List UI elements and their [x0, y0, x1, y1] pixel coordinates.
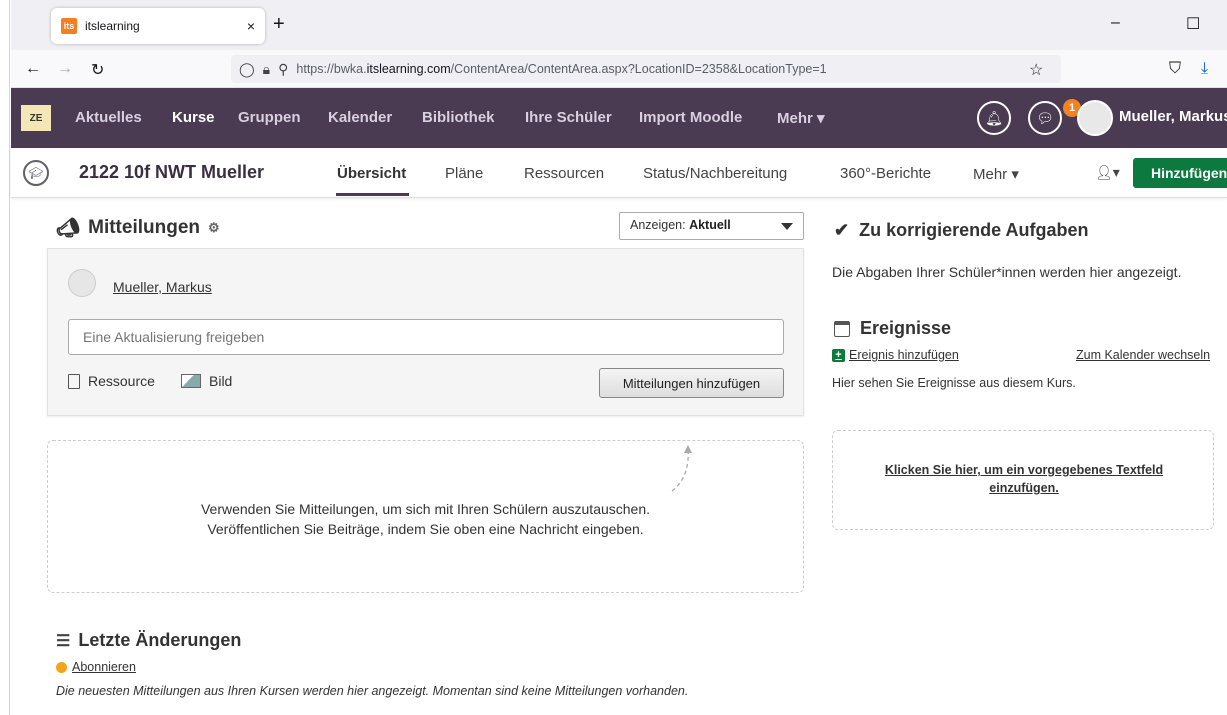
textfield-placeholder: Klicken Sie hier, um ein vorgegebenes Te… [832, 430, 1214, 530]
megaphone-icon: 📣︎ [56, 218, 81, 239]
maximize-icon[interactable]: ☐ [1186, 14, 1200, 34]
tab-uebersicht[interactable]: Übersicht [337, 165, 406, 182]
participants-icon[interactable]: 👤︎▾ [1095, 164, 1120, 181]
graduation-cap-icon: 🎓︎ [23, 160, 49, 186]
shield-icon[interactable]: ◯ [239, 61, 255, 78]
nav-bibliothek[interactable]: Bibliothek [422, 109, 495, 126]
aufgaben-text: Die Abgaben Ihrer Schüler*innen werden h… [832, 264, 1182, 280]
filter-value: Aktuell [689, 218, 731, 232]
nav-kurse[interactable]: Kurse [172, 109, 215, 126]
subscribe-link[interactable]: Abonnieren [56, 660, 136, 674]
download-icon[interactable]: ⤓ [1201, 60, 1208, 78]
messages-icon[interactable]: 💬︎ [1028, 101, 1062, 135]
tab-mehr[interactable]: Mehr ▾ [973, 165, 1019, 183]
rss-icon [56, 661, 67, 673]
nav-import-moodle[interactable]: Import Moodle [639, 109, 742, 126]
user-name[interactable]: Mueller, Markus [1119, 108, 1227, 125]
window-left-edge [0, 0, 10, 715]
author-avatar [68, 269, 96, 297]
tab-title: itslearning [85, 19, 140, 33]
minimize-icon[interactable]: – [1111, 14, 1120, 32]
image-icon [181, 374, 201, 388]
letzte-aenderungen-note: Die neuesten Mitteilungen aus Ihren Kurs… [56, 684, 689, 698]
insert-textfield-link[interactable]: Klicken Sie hier, um ein vorgegebenes Te… [863, 461, 1185, 497]
attach-resource-button[interactable]: Ressource [68, 373, 155, 389]
lock-icon[interactable]: 🔒︎ [263, 61, 270, 78]
permissions-icon[interactable]: ⚲ [278, 61, 288, 78]
tab-360-berichte[interactable]: 360°-Berichte [840, 165, 931, 182]
close-tab-icon[interactable]: × [247, 18, 255, 34]
itslearning-favicon-icon: its [61, 18, 77, 34]
active-tab-underline [336, 193, 409, 196]
gear-icon[interactable]: ⚙ [208, 220, 220, 236]
nav-kalender[interactable]: Kalender [328, 109, 392, 126]
tab-status-nachbereitung[interactable]: Status/Nachbereitung [643, 165, 787, 182]
main-navigation: ZE Aktuelles Kurse Gruppen Kalender Bibl… [11, 88, 1227, 148]
letzte-aenderungen-heading: ☰ Letzte Änderungen [56, 630, 242, 650]
empty-messages-text: Verwenden Sie Mitteilungen, um sich mit … [200, 501, 651, 537]
filter-select[interactable]: Anzeigen: Aktuell [619, 212, 804, 240]
user-avatar[interactable] [1077, 100, 1113, 136]
post-button[interactable]: Mitteilungen hinzufügen [599, 368, 784, 398]
list-icon: ☰ [56, 632, 71, 650]
nav-ihre-schueler[interactable]: Ihre Schüler [525, 109, 612, 126]
add-button[interactable]: Hinzufügen [1133, 158, 1227, 188]
tab-plaene[interactable]: Pläne [445, 165, 483, 182]
author-name[interactable]: Mueller, Markus [113, 279, 212, 295]
calendar-link[interactable]: Zum Kalender wechseln [1076, 348, 1210, 362]
add-event-link[interactable]: + Ereignis hinzufügen [832, 348, 959, 362]
file-icon [68, 373, 80, 389]
back-icon[interactable]: ← [25, 60, 41, 78]
attach-image-button[interactable]: Bild [181, 373, 232, 389]
pocket-icon[interactable]: ⛉ [1169, 60, 1181, 78]
new-post-card: Mueller, Markus Ressource Bild Mitteilun… [47, 248, 804, 416]
notifications-bell-icon[interactable]: 🔔︎ [977, 101, 1011, 135]
plus-icon: + [832, 348, 845, 362]
mitteilungen-title: Mitteilungen [88, 217, 201, 238]
bookmark-star-icon[interactable]: ☆ [1029, 60, 1043, 80]
checkmark-icon: ✔ [834, 220, 850, 240]
forward-icon[interactable]: → [57, 60, 73, 78]
school-logo[interactable]: ZE [21, 105, 51, 131]
ereignisse-text: Hier sehen Sie Ereignisse aus diesem Kur… [832, 376, 1076, 390]
filter-label: Anzeigen: [630, 218, 690, 232]
url-text: https://bwka.itslearning.com/ContentArea… [296, 62, 827, 76]
course-title: 2122 10f NWT Mueller [79, 162, 265, 182]
nav-gruppen[interactable]: Gruppen [238, 109, 301, 126]
tab-ressourcen[interactable]: Ressourcen [524, 165, 604, 182]
course-header: 🎓︎ 2122 10f NWT Mueller Übersicht Pläne … [11, 148, 1227, 198]
nav-mehr[interactable]: Mehr ▾ [777, 109, 825, 127]
browser-tab[interactable]: its itslearning × [51, 8, 265, 44]
mitteilungen-heading: 📣︎ Mitteilungen ⚙ [56, 216, 220, 240]
chevron-down-icon [781, 223, 793, 230]
calendar-icon [834, 320, 850, 337]
nav-aktuelles[interactable]: Aktuelles [75, 109, 142, 126]
curved-arrow-icon [671, 445, 692, 492]
empty-messages-placeholder: Verwenden Sie Mitteilungen, um sich mit … [47, 440, 804, 593]
post-input[interactable] [68, 319, 784, 355]
ereignisse-heading: Ereignisse [834, 318, 951, 339]
browser-tab-strip: its itslearning × + – ☐ [11, 0, 1227, 50]
url-bar[interactable]: ◯ 🔒︎ ⚲ https://bwka.itslearning.com/Cont… [231, 55, 1061, 83]
new-tab-icon[interactable]: + [273, 14, 285, 34]
reload-icon[interactable]: ↻ [91, 60, 104, 80]
browser-toolbar: ← → ↻ ◯ 🔒︎ ⚲ https://bwka.itslearning.co… [11, 50, 1227, 88]
aufgaben-heading: ✔ Zu korrigierende Aufgaben [834, 220, 1089, 240]
